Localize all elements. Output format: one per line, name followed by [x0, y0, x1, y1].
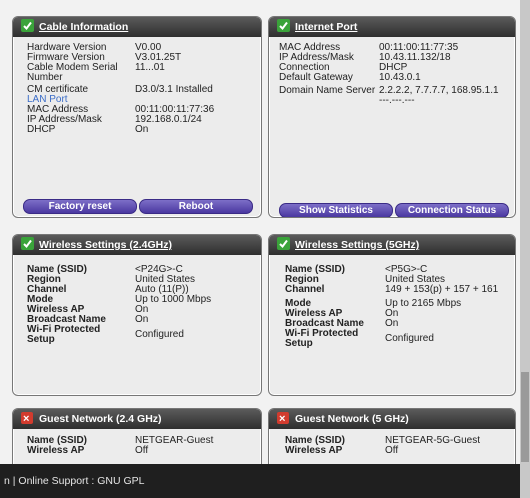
row-value: On [385, 318, 399, 329]
info-row: Wireless AP Off [27, 446, 213, 456]
footer-text[interactable]: n | Online Support : GNU GPL [4, 475, 144, 487]
row-value: Up to 2165 Mbps [385, 298, 462, 309]
row-value: Configured [135, 329, 184, 340]
info-row: Channel 149 + 153(p) + 157 + 161 [285, 285, 503, 295]
wireless-5ghz-title[interactable]: Wireless Settings (5GHz) [295, 239, 419, 251]
vertical-scrollbar[interactable] [520, 0, 530, 498]
row-label: Wi-Fi Protected Setup [285, 328, 359, 349]
info-row: Wi-Fi Protected Setup Configured [285, 329, 503, 349]
cable-information-header: Cable Information [13, 17, 261, 37]
wireless-24ghz-panel: Wireless Settings (2.4GHz) Name (SSID) <P… [12, 234, 262, 396]
dashboard-frame: Cable Information Hardware Version V0.00 … [0, 0, 530, 498]
row-value: D3.0/3.1 Installed [135, 84, 213, 95]
check-icon [21, 19, 34, 32]
cable-information-panel: Cable Information Hardware Version V0.00 … [12, 16, 262, 218]
row-value: 11...01 [135, 62, 165, 73]
row-value: On [385, 308, 399, 319]
row-value: ---.---.--- [379, 95, 415, 106]
row-value: On [135, 314, 149, 325]
row-label: Channel [285, 284, 325, 295]
wireless-5ghz-header: Wireless Settings (5GHz) [269, 235, 515, 255]
footer-bar: n | Online Support : GNU GPL [0, 464, 520, 498]
row-label: Domain Name Server [279, 85, 376, 96]
check-icon [277, 19, 290, 32]
wireless-24ghz-header: Wireless Settings (2.4GHz) [13, 235, 261, 255]
row-label: Wireless AP [27, 445, 85, 456]
row-label [279, 96, 379, 106]
row-label: Default Gateway [279, 72, 353, 83]
row-value: NETGEAR-5G-Guest [385, 435, 481, 446]
info-row: Wi-Fi Protected Setup Configured [27, 325, 211, 345]
info-row: ---.---.--- [279, 96, 507, 106]
row-value: Configured [385, 333, 434, 344]
guest-network-5ghz-title[interactable]: Guest Network (5 GHz) [295, 413, 409, 425]
info-row: IP Address/Mask 192.168.0.1/24 [27, 115, 214, 125]
wireless-5ghz-panel: Wireless Settings (5GHz) Name (SSID) <P5G… [268, 234, 516, 396]
row-value: Off [135, 445, 149, 456]
check-icon [277, 237, 290, 250]
info-row: Default Gateway 10.43.0.1 [279, 73, 507, 83]
info-row: DHCP On [27, 125, 214, 135]
show-statistics-button[interactable]: Show Statistics [279, 203, 393, 217]
internet-port-panel: Internet Port MAC Address 00:11:00:11:77:… [268, 16, 516, 218]
connection-status-button[interactable]: Connection Status [395, 203, 509, 217]
row-label: Wi-Fi Protected Setup [27, 324, 101, 345]
guest-network-5ghz-header: Guest Network (5 GHz) [269, 409, 515, 429]
disabled-icon [277, 409, 289, 429]
cable-information-title[interactable]: Cable Information [39, 21, 128, 33]
guest-network-24ghz-header: Guest Network (2.4 GHz) [13, 409, 261, 429]
row-label: DHCP [27, 124, 56, 135]
row-value: On [135, 124, 149, 135]
guest-network-24ghz-title[interactable]: Guest Network (2.4 GHz) [39, 413, 162, 425]
row-value: Off [385, 445, 399, 456]
disabled-icon [21, 409, 33, 429]
check-icon [21, 237, 34, 250]
reboot-button[interactable]: Reboot [139, 199, 253, 214]
internet-port-header: Internet Port [269, 17, 515, 37]
factory-reset-button[interactable]: Factory reset [23, 199, 137, 214]
row-value: 149 + 153(p) + 157 + 161 [385, 284, 499, 295]
row-label: Wireless AP [285, 445, 343, 456]
wireless-24ghz-title[interactable]: Wireless Settings (2.4GHz) [39, 239, 172, 251]
scrollbar-thumb[interactable] [521, 372, 529, 462]
internet-port-title[interactable]: Internet Port [295, 21, 357, 33]
row-label: Cable Modem Serial Number [27, 62, 118, 83]
info-row: Wireless AP Off [285, 446, 480, 456]
row-value: 10.43.0.1 [379, 72, 421, 83]
info-row: Cable Modem Serial Number 11...01 [27, 63, 214, 83]
